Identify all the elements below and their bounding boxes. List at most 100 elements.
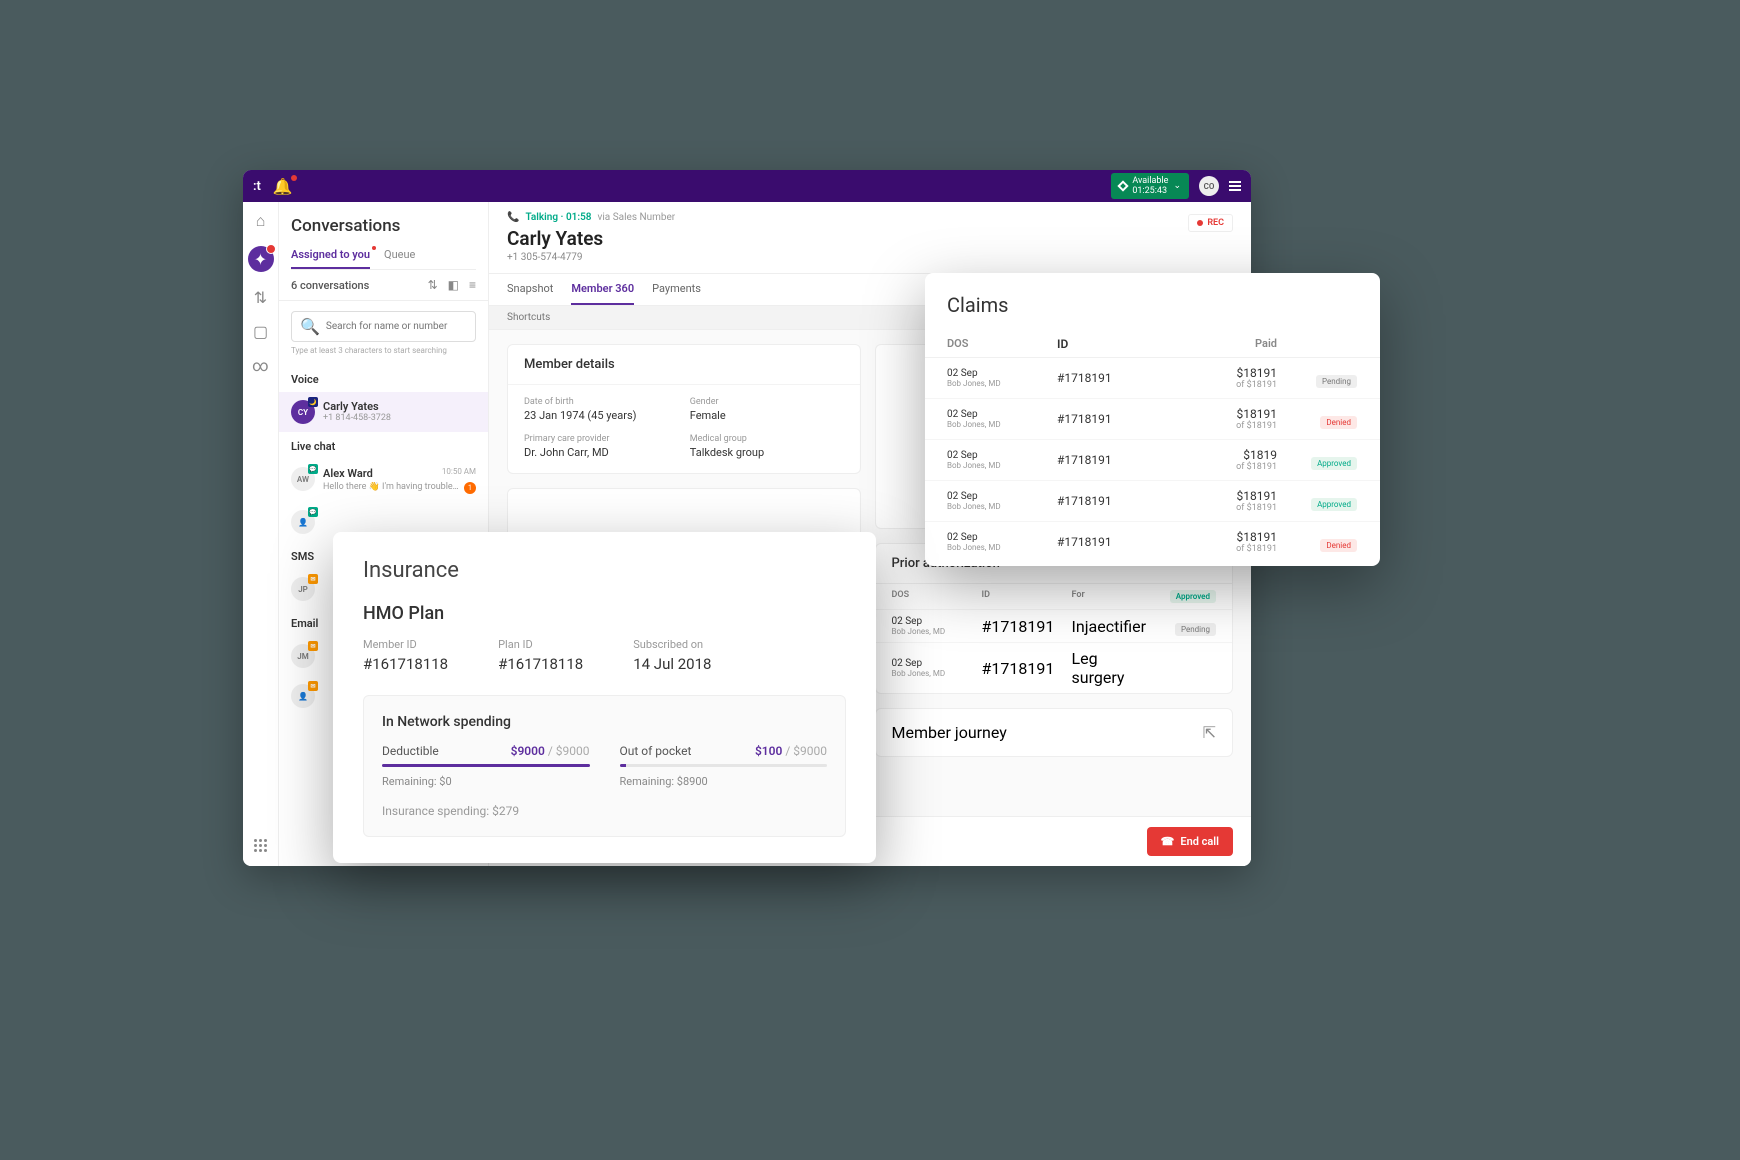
- card-title: Member details: [508, 345, 860, 384]
- chat-badge-icon: 💬: [308, 507, 318, 517]
- status-badge: Approved: [1311, 498, 1357, 511]
- caller-name: Carly Yates: [507, 227, 1233, 250]
- moon-badge-icon: 🌙: [308, 397, 318, 407]
- member-id-value: #161718118: [363, 655, 448, 673]
- recording-badge: REC: [1188, 214, 1233, 232]
- tab-snapshot[interactable]: Snapshot: [507, 274, 553, 305]
- subscribed-value: 14 Jul 2018: [633, 655, 711, 673]
- claims-card: Claims DOS ID Paid 02 SepBob Jones, MD#1…: [925, 273, 1380, 566]
- filter-icon[interactable]: ⇅: [252, 288, 270, 306]
- voice-item[interactable]: CY🌙 Carly Yates +1 814-458-3728: [279, 392, 488, 432]
- pa-row[interactable]: 02 SepBob Jones, MD #1718191 Injaectifie…: [876, 609, 1232, 642]
- caller-phone: +1 305-574-4779: [507, 252, 1233, 263]
- expand-icon[interactable]: ⇱: [1203, 723, 1216, 742]
- chat-badge-icon: 💬: [308, 464, 318, 474]
- chat-item[interactable]: AW💬 Alex Ward 10:50 AM Hello there 👋 I'm …: [279, 459, 488, 502]
- contact-icon[interactable]: ▢: [252, 322, 270, 340]
- oop-remaining: Remaining: $8900: [620, 775, 828, 788]
- spending-title: In Network spending: [382, 714, 827, 730]
- email-badge-icon: ✉: [308, 641, 318, 651]
- col-id: ID: [1057, 337, 1157, 351]
- avatar-generic: 👤💬: [291, 510, 315, 534]
- agent-icon[interactable]: ✦: [248, 246, 274, 272]
- status-badge: Pending: [1316, 375, 1357, 388]
- home-icon[interactable]: ⌂: [252, 212, 270, 230]
- plan-id-value: #161718118: [498, 655, 583, 673]
- chevron-down-icon: ⌄: [1173, 181, 1181, 191]
- gender-label: Gender: [690, 397, 844, 407]
- nav-rail: ⌂ ✦ ⇅ ▢ ∞: [243, 202, 279, 866]
- avatar-aw: AW💬: [291, 467, 315, 491]
- gender-value: Female: [690, 409, 844, 422]
- diamond-icon: [1118, 180, 1129, 191]
- claim-row[interactable]: 02 SepBob Jones, MD#1718191$18191of $181…: [925, 399, 1380, 440]
- deductible-label: Deductible: [382, 744, 439, 758]
- call-via: via Sales Number: [598, 212, 676, 223]
- sort-icon[interactable]: ⇅: [428, 278, 438, 292]
- member-id-label: Member ID: [363, 638, 448, 651]
- conv-time: 10:50 AM: [442, 467, 476, 480]
- oop-bar: [620, 764, 828, 767]
- dob-value: 23 Jan 1974 (45 years): [524, 409, 678, 422]
- col-dos: DOS: [892, 590, 982, 603]
- apps-grid-icon[interactable]: [252, 836, 270, 854]
- status-badge: Approved: [1311, 457, 1357, 470]
- voicemail-icon[interactable]: ∞: [252, 356, 270, 374]
- col-dos: DOS: [947, 337, 1057, 351]
- app-logo: :t: [253, 179, 261, 194]
- deductible-remaining: Remaining: $0: [382, 775, 590, 788]
- conv-name: Carly Yates: [323, 400, 476, 413]
- mg-value: Talkdesk group: [690, 446, 844, 459]
- col-for: For: [1072, 590, 1146, 603]
- claim-row[interactable]: 02 SepBob Jones, MD#1718191$18191of $181…: [925, 481, 1380, 522]
- plan-name: HMO Plan: [363, 603, 846, 624]
- status-badge: Pending: [1175, 623, 1216, 636]
- tab-assigned[interactable]: Assigned to you: [291, 248, 370, 269]
- end-call-button[interactable]: ☎End call: [1147, 827, 1233, 856]
- claim-row[interactable]: 02 SepBob Jones, MD#1718191$18191of $181…: [925, 522, 1380, 562]
- conv-preview: Hello there 👋 I'm having trouble…: [323, 482, 459, 492]
- insurance-card: Insurance HMO Plan Member ID #161718118 P…: [333, 532, 876, 863]
- search-input[interactable]: [326, 321, 467, 332]
- menu-icon[interactable]: [1229, 181, 1241, 191]
- col-paid: Paid: [1157, 337, 1277, 351]
- member-journey-card[interactable]: Member journey ⇱: [875, 708, 1233, 757]
- pcp-value: Dr. John Carr, MD: [524, 446, 678, 459]
- claim-row[interactable]: 02 SepBob Jones, MD#1718191$18191of $181…: [925, 358, 1380, 399]
- search-icon: 🔍: [300, 317, 320, 336]
- bell-icon[interactable]: 🔔: [273, 177, 293, 196]
- dob-label: Date of birth: [524, 397, 678, 407]
- status-badge: Approved: [1170, 590, 1216, 603]
- user-avatar[interactable]: CO: [1199, 176, 1219, 196]
- search-hint: Type at least 3 characters to start sear…: [291, 346, 476, 355]
- conv-phone: +1 814-458-3728: [323, 413, 476, 423]
- plan-id-label: Plan ID: [498, 638, 583, 651]
- conv-name: Alex Ward: [323, 467, 373, 480]
- avatar-jm: JM✉: [291, 644, 315, 668]
- claim-row[interactable]: 02 SepBob Jones, MD#1718191$1819of $1819…: [925, 440, 1380, 481]
- card-title: Claims: [925, 293, 1380, 331]
- pa-row[interactable]: 02 SepBob Jones, MD #1718191 Leg surgery: [876, 642, 1232, 693]
- oop-label: Out of pocket: [620, 744, 692, 758]
- avatar-generic: 👤✉: [291, 684, 315, 708]
- search-input-wrap[interactable]: 🔍: [291, 311, 476, 342]
- insurance-total: Insurance spending: $279: [382, 804, 827, 818]
- status-label: Available: [1132, 176, 1168, 186]
- tab-queue[interactable]: Queue: [384, 248, 415, 269]
- tab-member360[interactable]: Member 360: [571, 274, 634, 305]
- pcp-label: Primary care provider: [524, 434, 678, 444]
- avatar-jp: JP✉: [291, 577, 315, 601]
- filter-lines-icon[interactable]: ≡: [469, 278, 476, 292]
- tab-payments[interactable]: Payments: [652, 274, 701, 305]
- deductible-bar: [382, 764, 590, 767]
- layout-icon[interactable]: ◧: [448, 278, 459, 292]
- livechat-section-label: Live chat: [279, 432, 488, 459]
- unread-badge: 1: [464, 482, 476, 494]
- phone-icon: 📞: [507, 212, 519, 223]
- card-title: Member journey: [892, 723, 1007, 742]
- col-id: ID: [982, 590, 1072, 603]
- availability-status[interactable]: Available 01:25:43 ⌄: [1111, 173, 1189, 199]
- status-badge: Denied: [1320, 416, 1357, 429]
- card-title: Insurance: [363, 558, 846, 583]
- hangup-icon: ☎: [1161, 835, 1175, 848]
